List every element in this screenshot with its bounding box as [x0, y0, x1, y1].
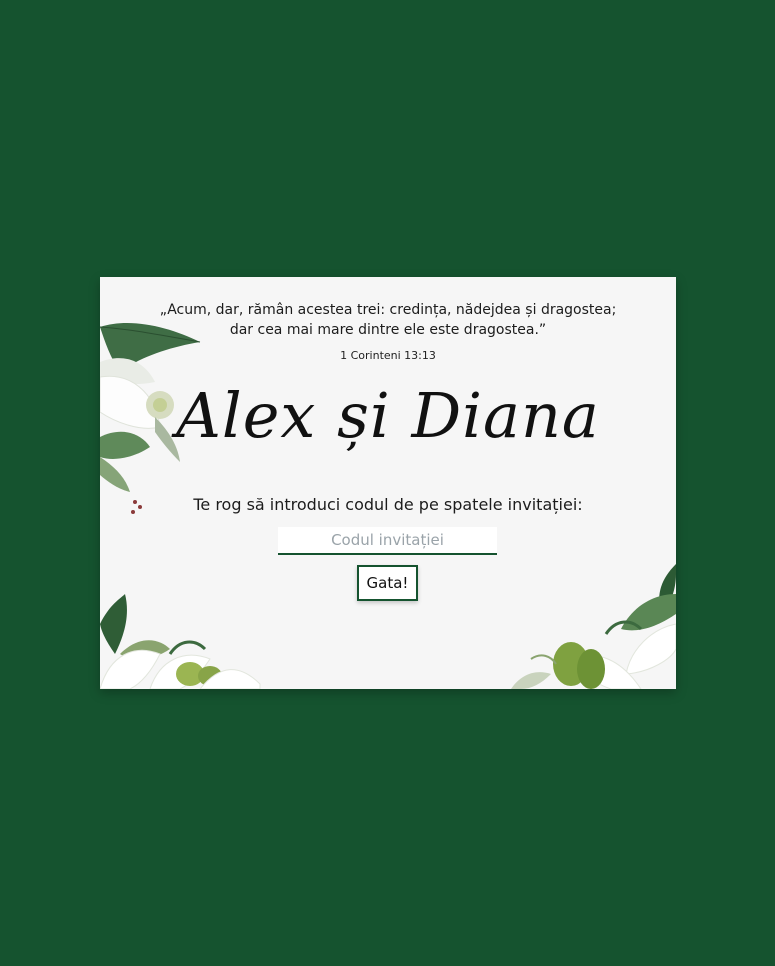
couple-names-title: Alex și Diana	[176, 379, 600, 452]
bible-quote: „Acum, dar, rămân acestea trei: credința…	[100, 300, 676, 340]
invitation-card: „Acum, dar, rămân acestea trei: credința…	[100, 277, 676, 689]
invitation-code-input[interactable]	[278, 527, 497, 555]
lily-floral-bottom-left-decoration	[100, 594, 261, 689]
quote-line-2: dar cea mai mare dintre ele este dragost…	[229, 322, 547, 338]
lily-floral-bottom-right-decoration	[511, 564, 676, 689]
quote-line-1: „Acum, dar, rămân acestea trei: credința…	[159, 302, 617, 318]
submit-button[interactable]: Gata!	[357, 565, 418, 601]
quote-reference: 1 Corinteni 13:13	[340, 349, 436, 362]
code-prompt-text: Te rog să introduci codul de pe spatele …	[193, 495, 583, 514]
